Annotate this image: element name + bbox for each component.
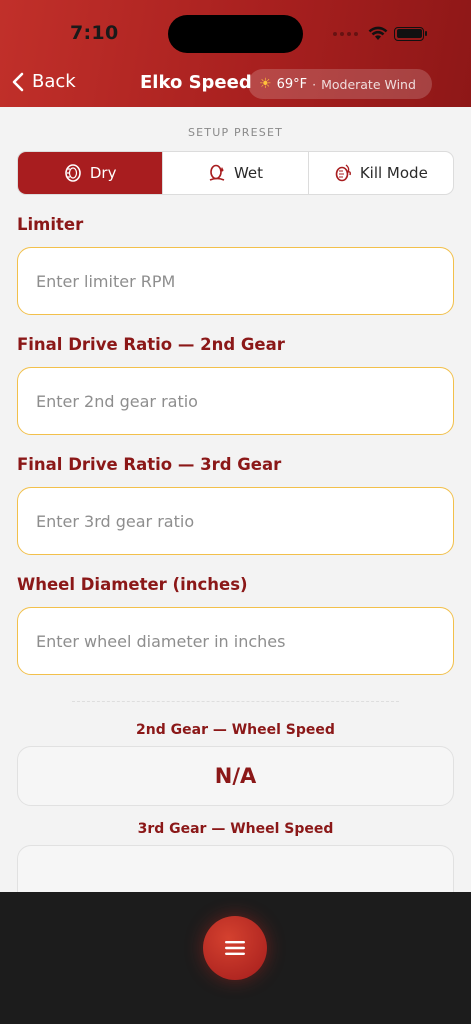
ratio-2nd-gear-input[interactable] [17, 367, 454, 435]
weather-temperature: 69°F [276, 76, 308, 92]
preset-option-dry[interactable]: Dry [18, 152, 164, 194]
preset-option-wet[interactable]: Wet [163, 152, 309, 194]
weather-condition: Moderate Wind [321, 76, 416, 92]
preset-section-title: SETUP PRESET [187, 126, 284, 139]
app-header: 7:10 Back Elko Speed ☀ 69°F · Moderate W… [0, 0, 471, 107]
ratio-2nd-gear-label: Final Drive Ratio — 2nd Gear [17, 335, 285, 354]
dynamic-island [168, 15, 303, 53]
main-content[interactable]: SETUP PRESET Dry Wet Kill Mode Limiter E… [0, 107, 471, 892]
status-icons [333, 26, 427, 41]
wheel-diameter-input[interactable] [17, 607, 454, 675]
signal-icon [333, 31, 358, 36]
wet-tire-icon [209, 164, 225, 181]
menu-button[interactable] [203, 916, 267, 980]
weather-badge: ☀ 69°F · Moderate Wind [248, 69, 432, 99]
wheel-diameter-label: Wheel Diameter (inches) [17, 575, 248, 594]
status-time: 7:10 [70, 22, 119, 44]
battery-icon [394, 26, 427, 41]
ratio-3rd-gear-input[interactable] [17, 487, 454, 555]
back-label: Back [32, 71, 76, 92]
limiter-label: Limiter [17, 215, 84, 234]
sun-icon: ☀ [259, 76, 272, 92]
tire-icon [65, 164, 81, 182]
wheel-speed-3rd-label: 3rd Gear — Wheel Speed [137, 821, 334, 837]
wheel-speed-3rd-value [17, 845, 454, 892]
chevron-left-icon [12, 72, 24, 91]
preset-segmented-control: Dry Wet Kill Mode [17, 151, 454, 195]
preset-option-label: Wet [233, 164, 264, 182]
preset-option-label: Dry [89, 164, 117, 182]
flame-tire-icon [335, 164, 351, 182]
limiter-input[interactable] [17, 247, 454, 315]
section-divider [72, 701, 399, 702]
back-button[interactable]: Back [12, 71, 76, 92]
wifi-icon [368, 26, 388, 40]
preset-option-label: Kill Mode [359, 164, 428, 182]
weather-separator: · [312, 76, 317, 92]
hamburger-menu-icon [225, 941, 245, 955]
ratio-3rd-gear-label: Final Drive Ratio — 3rd Gear [17, 455, 282, 474]
preset-option-kill-mode[interactable]: Kill Mode [309, 152, 453, 194]
wheel-speed-2nd-value: N/A [17, 746, 454, 806]
wheel-speed-2nd-label: 2nd Gear — Wheel Speed [136, 722, 335, 738]
page-title: Elko Speed [140, 72, 252, 93]
